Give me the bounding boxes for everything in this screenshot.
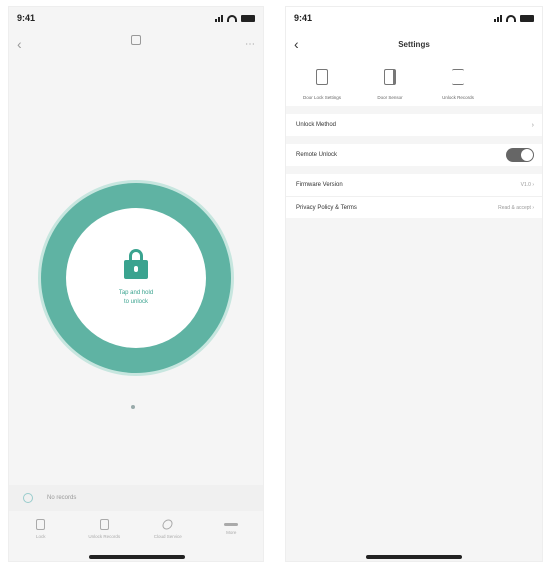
quick-action-label: Door Sensor bbox=[377, 95, 403, 100]
chevron-left-icon[interactable]: ‹ bbox=[17, 36, 22, 52]
chevron-left-icon[interactable]: ‹ bbox=[294, 36, 299, 52]
row-label: Firmware Version bbox=[296, 182, 343, 188]
tab-label: Unlock Records bbox=[88, 534, 121, 539]
quick-action-label: Unlock Records bbox=[442, 95, 474, 100]
settings-row-remote-unlock: Remote Unlock bbox=[286, 144, 542, 166]
list-icon bbox=[99, 519, 109, 530]
signal-icon bbox=[494, 14, 502, 22]
quick-action-door-lock-settings[interactable]: Door Lock Settings bbox=[292, 69, 352, 100]
status-time: 9:41 bbox=[294, 13, 313, 23]
page-indicator bbox=[131, 405, 135, 409]
page-title: Settings bbox=[398, 39, 430, 49]
list-icon bbox=[452, 69, 464, 85]
lock-icon bbox=[36, 519, 46, 530]
cloud-icon bbox=[160, 517, 175, 532]
tab-label: More bbox=[226, 530, 237, 535]
unlock-prompt-line1: Tap and hold bbox=[118, 290, 154, 296]
row-label: Remote Unlock bbox=[296, 152, 338, 158]
remote-unlock-toggle[interactable] bbox=[506, 148, 534, 162]
battery-icon bbox=[241, 14, 255, 22]
quick-action-label: Door Lock Settings bbox=[302, 95, 342, 100]
device-header[interactable] bbox=[131, 35, 141, 49]
door-icon bbox=[384, 69, 396, 85]
tab-cloud-service[interactable]: Cloud Service bbox=[136, 517, 200, 547]
unlock-ring-button[interactable]: Tap and hold to unlock bbox=[41, 183, 231, 373]
nav-bar: ‹ Settings bbox=[286, 29, 542, 59]
chevron-right-icon: › bbox=[531, 121, 534, 129]
recent-records-text: No records bbox=[47, 495, 77, 501]
settings-screen: 9:41 ‹ Settings Door Lock Settings Door … bbox=[285, 6, 543, 562]
status-time: 9:41 bbox=[17, 13, 36, 23]
settings-header: 9:41 ‹ Settings bbox=[286, 7, 542, 59]
screen: 9:41 ‹ ⋯ Tap and hold to unlock No recor… bbox=[0, 0, 545, 568]
row-label: Unlock Method bbox=[296, 122, 337, 128]
wifi-icon bbox=[227, 14, 237, 22]
row-label: Privacy Policy & Terms bbox=[296, 204, 357, 211]
lock-home-screen: 9:41 ‹ ⋯ Tap and hold to unlock No recor… bbox=[8, 6, 264, 562]
unlock-prompt-line2: to unlock bbox=[123, 299, 148, 305]
row-value: V1.0 › bbox=[520, 182, 534, 188]
status-icons bbox=[494, 14, 534, 22]
more-icon[interactable]: ⋯ bbox=[245, 39, 255, 50]
wifi-icon bbox=[506, 14, 516, 22]
unlock-prompt: Tap and hold to unlock bbox=[119, 289, 153, 307]
clock-icon bbox=[23, 493, 33, 503]
tab-more[interactable]: More bbox=[200, 519, 264, 547]
home-indicator bbox=[366, 555, 462, 559]
recent-records-bar[interactable]: No records bbox=[9, 485, 263, 511]
battery-icon bbox=[520, 14, 534, 22]
settings-row-privacy-policy[interactable]: Privacy Policy & Terms Read & accept › bbox=[286, 196, 542, 218]
status-icons bbox=[215, 14, 255, 22]
tab-label: Cloud Service bbox=[153, 534, 182, 539]
signal-icon bbox=[215, 14, 223, 22]
home-indicator bbox=[89, 555, 185, 559]
quick-action-door-sensor[interactable]: Door Sensor bbox=[360, 69, 420, 100]
quick-action-unlock-records[interactable]: Unlock Records bbox=[428, 69, 488, 100]
tab-unlock-records[interactable]: Unlock Records bbox=[73, 519, 137, 547]
status-bar: 9:41 bbox=[286, 7, 542, 29]
status-bar: 9:41 bbox=[9, 7, 263, 29]
quick-actions: Door Lock Settings Door Sensor Unlock Re… bbox=[286, 59, 542, 106]
tab-lock[interactable]: Lock bbox=[9, 519, 73, 547]
device-icon bbox=[131, 35, 141, 45]
tab-label: Lock bbox=[35, 534, 46, 539]
more-icon bbox=[224, 523, 239, 526]
nav-bar: ‹ ⋯ bbox=[9, 29, 263, 59]
lock-icon bbox=[124, 249, 148, 279]
settings-row-unlock-method[interactable]: Unlock Method › bbox=[286, 114, 542, 136]
tab-bar: Lock Unlock Records Cloud Service More bbox=[9, 517, 264, 547]
lock-icon bbox=[316, 69, 328, 85]
settings-row-firmware-version[interactable]: Firmware Version V1.0 › bbox=[286, 174, 542, 196]
row-value: Read & accept › bbox=[498, 204, 534, 211]
unlock-ring-center: Tap and hold to unlock bbox=[66, 208, 206, 348]
